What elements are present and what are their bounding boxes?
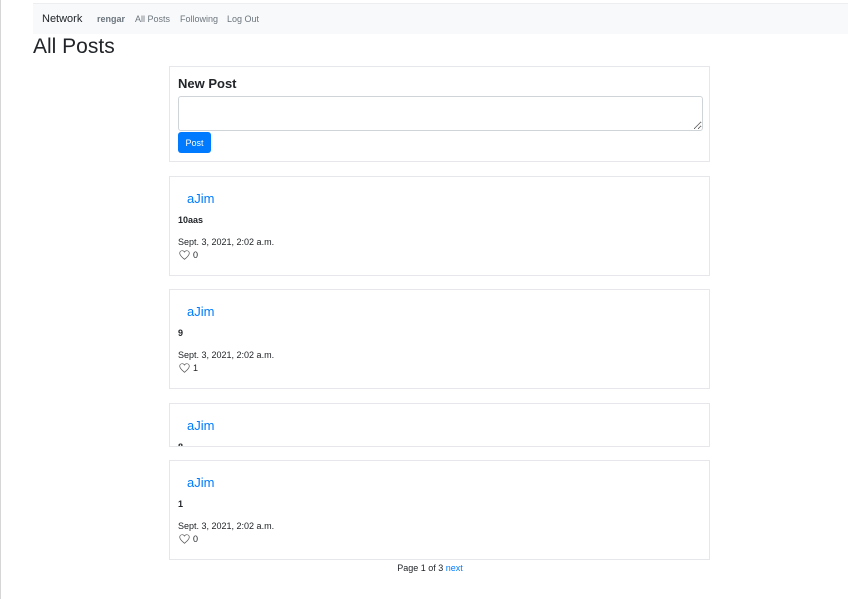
pagination: Page 1 of 3 next	[0, 563, 848, 573]
like-row: 1	[179, 362, 198, 374]
new-post-form: New Post Post	[169, 66, 710, 162]
like-count: 1	[193, 363, 199, 373]
like-count: 0	[193, 250, 199, 260]
like-row: 0	[179, 533, 198, 545]
post-author-link[interactable]: aJim	[187, 191, 214, 206]
navbar-brand[interactable]: Network	[42, 13, 82, 25]
post-timestamp: Sept. 3, 2021, 2:02 a.m.	[178, 237, 275, 247]
post-content: 8	[178, 442, 184, 447]
like-row: 0	[179, 249, 198, 261]
post-content: 9	[178, 328, 184, 338]
post-card: aJim 9 Sept. 3, 2021, 2:02 a.m. 1	[169, 289, 710, 389]
post-button[interactable]: Post	[178, 132, 211, 153]
page-title: All Posts	[33, 35, 115, 58]
post-author-link[interactable]: aJim	[187, 418, 214, 433]
navbar: Network rengar All Posts Following Log O…	[33, 3, 848, 34]
pagination-wrap: Page 1 of 3 next	[397, 563, 463, 573]
post-textarea[interactable]	[178, 96, 703, 131]
post-card: aJim 8	[169, 403, 710, 447]
like-count: 0	[193, 534, 199, 544]
nav-following[interactable]: Following	[180, 14, 218, 24]
nav-all-posts[interactable]: All Posts	[135, 14, 170, 24]
heart-outline-icon[interactable]	[179, 250, 190, 260]
post-timestamp: Sept. 3, 2021, 2:02 a.m.	[178, 521, 275, 531]
post-card: aJim 1 Sept. 3, 2021, 2:02 a.m. 0	[169, 460, 710, 560]
heart-outline-icon[interactable]	[179, 534, 190, 544]
post-author-link[interactable]: aJim	[187, 304, 214, 319]
post-content: 10aas	[178, 215, 204, 225]
next-page-link[interactable]: next	[446, 563, 463, 573]
post-content: 1	[178, 499, 184, 509]
post-timestamp: Sept. 3, 2021, 2:02 a.m.	[178, 350, 275, 360]
heart-outline-icon[interactable]	[179, 363, 190, 373]
new-post-title: New Post	[178, 76, 237, 91]
page-left-border	[0, 0, 1, 599]
nav-log-out[interactable]: Log Out	[227, 14, 259, 24]
page-indicator: Page 1 of 3	[397, 563, 444, 573]
post-card: aJim 10aas Sept. 3, 2021, 2:02 a.m. 0	[169, 176, 710, 276]
nav-user-profile[interactable]: rengar	[97, 14, 125, 24]
post-author-link[interactable]: aJim	[187, 475, 214, 490]
